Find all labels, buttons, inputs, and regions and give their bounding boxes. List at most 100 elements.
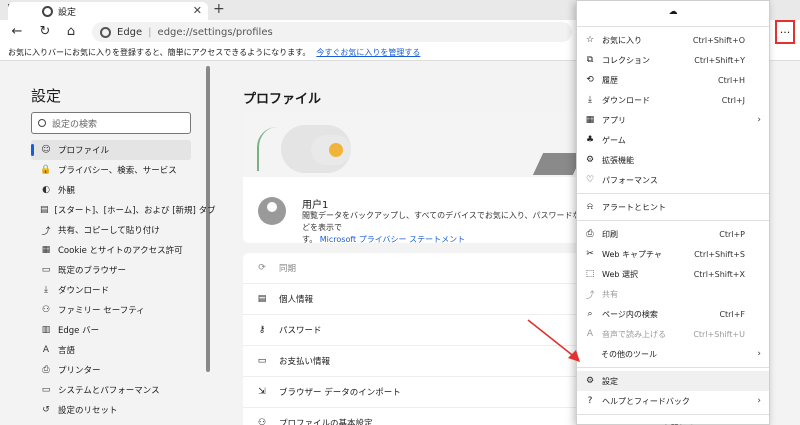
settings-icon: ⚙: [585, 376, 595, 386]
import-icon: ⇲: [258, 387, 266, 397]
sidebar-item-label: Cookie とサイトのアクセス許可: [58, 246, 183, 256]
favorites-icon: ☆: [585, 35, 595, 45]
person-card-icon: ▤: [257, 294, 267, 304]
menu-item[interactable]: ⎙ 印刷 Ctrl+P: [577, 224, 769, 244]
share-icon: ⤴: [41, 226, 51, 237]
menu-item-shortcut: Ctrl+Shift+U: [693, 329, 745, 339]
menu-item[interactable]: Microsoft Edge を閉じる: [577, 418, 769, 425]
menu-item-shortcut: Ctrl+Shift+S: [694, 249, 745, 259]
menu-item-label: Web キャプチャ: [602, 249, 662, 259]
search-placeholder: 設定の検索: [52, 119, 98, 130]
menu-item[interactable]: その他のツール ›: [577, 344, 769, 364]
settings-search-input[interactable]: 設定の検索: [31, 112, 191, 134]
settings-row-label: お支払い情報: [279, 357, 331, 367]
menu-item[interactable]: ⍾ アラートとヒント: [577, 197, 769, 217]
page-title: プロファイル: [243, 92, 322, 107]
sidebar-item[interactable]: 🔒 プライバシー、検索、サービス: [31, 160, 191, 180]
menu-item[interactable]: ▦ アプリ ›: [577, 110, 769, 130]
menu-item-shortcut: Ctrl+J: [721, 95, 745, 105]
tab-title: 設定: [58, 7, 77, 18]
menu-item-label: Web 選択: [602, 269, 638, 279]
home-button[interactable]: ⌂: [62, 23, 80, 41]
address-bar[interactable]: Edge | edge://settings/profiles: [92, 22, 572, 42]
settings-and-more-button[interactable]: ···: [775, 20, 795, 44]
privacy-statement-link[interactable]: Microsoft プライバシー ステートメント: [320, 235, 465, 243]
menu-item[interactable]: ☆ お気に入り Ctrl+Shift+O: [577, 30, 769, 50]
sidebar-item[interactable]: ▥ Edge バー: [31, 320, 191, 340]
sidebar-item[interactable]: ⤴ 共有、コピーして貼り付け: [31, 220, 191, 240]
menu-item-label: パフォーマンス: [602, 175, 658, 185]
tab-close-button[interactable]: ✕: [193, 4, 202, 17]
menu-item[interactable]: ⟲ 履歴 Ctrl+H: [577, 70, 769, 90]
sidebar-item-label: ファミリー セーフティ: [58, 306, 145, 316]
menu-item[interactable]: ⚙ 設定: [577, 371, 769, 391]
sidebar-title: 設定: [31, 87, 62, 105]
cloud-icon: ☁: [668, 7, 678, 17]
avatar[interactable]: [258, 197, 286, 225]
menu-item-label: お気に入り: [602, 35, 642, 45]
settings-and-more-menu: ☁ ☆ お気に入り Ctrl+Shift+O ⧉ コレクション Ctrl+Shift+Y ⟲…: [576, 0, 770, 425]
sidebar-item-label: システムとパフォーマンス: [58, 386, 160, 396]
sidebar-scrollbar[interactable]: [206, 66, 210, 372]
menu-item[interactable]: A 音声で読み上げる Ctrl+Shift+U: [577, 324, 769, 344]
sidebar-item-label: 言語: [58, 346, 76, 356]
refresh-button[interactable]: ↻: [36, 23, 54, 41]
menu-item[interactable]: ⚙ 拡張機能: [577, 150, 769, 170]
sidebar-item[interactable]: ▭ 既定のブラウザー: [31, 260, 191, 280]
settings-row[interactable]: ▤ 個人情報: [243, 284, 583, 315]
menu-item[interactable]: ⌕ ページ内の検索 Ctrl+F: [577, 304, 769, 324]
sidebar-item-label: 共有、コピーして貼り付け: [58, 226, 160, 236]
capture-icon: ✂: [586, 249, 594, 259]
menu-item[interactable]: ♡ パフォーマンス: [577, 170, 769, 190]
back-button[interactable]: ←: [8, 23, 26, 41]
card-icon: ▭: [257, 356, 267, 366]
menu-item[interactable]: ♣ ゲーム: [577, 130, 769, 150]
settings-row[interactable]: ⚇ プロファイルの基本設定: [243, 408, 583, 425]
site-name: Edge: [117, 26, 143, 38]
apps-icon: ▦: [585, 115, 595, 125]
menu-item[interactable]: ⧉ コレクション Ctrl+Shift+Y: [577, 50, 769, 70]
menu-item-label: ゲーム: [602, 135, 626, 145]
menu-item[interactable]: ⤓ ダウンロード Ctrl+J: [577, 90, 769, 110]
manage-favorites-link[interactable]: 今すぐお気に入りを管理する: [316, 47, 420, 58]
settings-row[interactable]: ⟳ 同期: [243, 253, 583, 284]
lock-icon: 🔒: [40, 165, 52, 175]
gear-icon: [42, 5, 53, 17]
performance-icon: ♡: [585, 175, 595, 185]
sidebar-item[interactable]: A 言語: [31, 340, 191, 360]
key-icon: ⚷: [258, 325, 266, 335]
menu-item[interactable]: ? ヘルプとフィードバック ›: [577, 391, 769, 411]
cookie-icon: ▦: [41, 245, 51, 255]
menu-items: ☆ お気に入り Ctrl+Shift+O ⧉ コレクション Ctrl+Shift+Y ⟲ 履歴…: [577, 30, 769, 425]
new-tab-button[interactable]: +: [213, 1, 225, 17]
system-icon: ▭: [41, 385, 51, 395]
tab-settings[interactable]: 設定 ✕: [8, 2, 208, 20]
profile-description: 閲覧データをバックアップし、すべてのデバイスでお気に入り、パスワードなどを表示で…: [302, 210, 582, 243]
sidebar-item[interactable]: ▤ [スタート]、[ホーム]、および [新規] タブ: [31, 200, 216, 220]
extensions-icon: ⚙: [585, 155, 595, 165]
collections-icon: ⧉: [586, 55, 594, 65]
menu-item-label: その他のツール: [601, 349, 657, 359]
menu-item[interactable]: ⤴ 共有: [577, 284, 769, 304]
sidebar-item[interactable]: ⤓ ダウンロード: [31, 280, 191, 300]
sidebar-item[interactable]: ▦ Cookie とサイトのアクセス許可: [31, 240, 191, 260]
settings-row[interactable]: ⇲ ブラウザー データのインポート: [243, 377, 583, 408]
profile-desc-text-2: す。: [302, 235, 318, 243]
sidebar-item[interactable]: ↺ 設定のリセット: [31, 400, 191, 420]
menu-divider: [577, 26, 769, 27]
family-icon: ⚇: [41, 305, 51, 315]
sidebar-item[interactable]: ⎙ プリンター: [31, 360, 191, 380]
sidebar-item-label: Edge バー: [58, 326, 100, 336]
menu-item[interactable]: ⬚ Web 選択 Ctrl+Shift+X: [577, 264, 769, 284]
settings-row-label: ブラウザー データのインポート: [279, 388, 401, 398]
menu-item-label: 履歴: [602, 75, 618, 85]
menu-item[interactable]: ✂ Web キャプチャ Ctrl+Shift+S: [577, 244, 769, 264]
sidebar-item[interactable]: ◐ 外観: [31, 180, 191, 200]
window-icon: ▤: [40, 205, 49, 215]
sidebar-item[interactable]: ▭ システムとパフォーマンス: [31, 380, 191, 400]
sidebar-item[interactable]: ⚇ ファミリー セーフティ: [31, 300, 191, 320]
edge-icon: [100, 26, 111, 38]
sidebar-item[interactable]: ☺ プロファイル: [31, 140, 191, 160]
sidebar-item-label: [スタート]、[ホーム]、および [新規] タブ: [54, 206, 216, 216]
menu-divider: [577, 193, 769, 194]
